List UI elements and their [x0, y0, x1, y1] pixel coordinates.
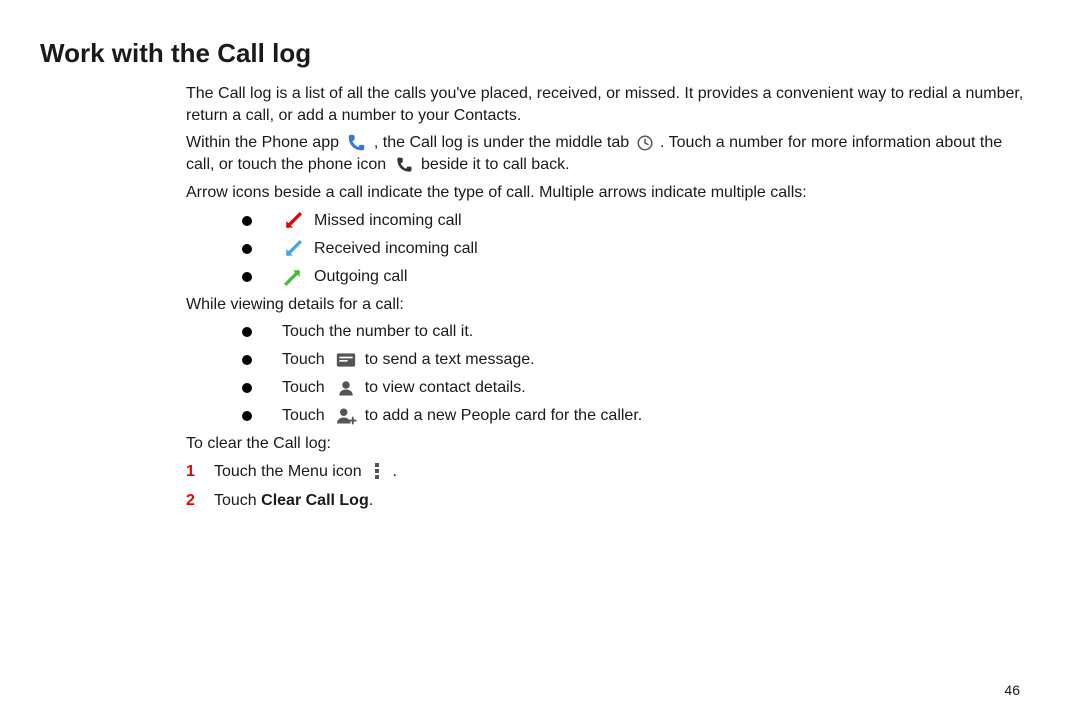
clear-lead: To clear the Call log:	[186, 433, 1024, 455]
phone-handset-icon	[393, 154, 415, 176]
bullet-icon	[242, 244, 252, 254]
p2-text-a: Within the Phone app	[186, 134, 343, 151]
phone-app-icon	[345, 132, 367, 154]
detail-text-b: to view contact details.	[365, 377, 526, 399]
p2-text-b: , the Call log is under the middle tab	[369, 134, 633, 151]
step-row: 2 Touch Clear Call Log.	[186, 490, 1024, 512]
details-lead: While viewing details for a call:	[186, 294, 1024, 316]
detail-text-b: to send a text message.	[365, 349, 535, 371]
detail-row: Touch to send a text message.	[242, 349, 1024, 371]
call-type-label: Received incoming call	[314, 238, 478, 260]
detail-row: Touch the number to call it.	[242, 321, 1024, 343]
intro-paragraph-3: Arrow icons beside a call indicate the t…	[186, 182, 1024, 204]
step-row: 1 Touch the Menu icon .	[186, 461, 1024, 483]
step-text: Touch Clear Call Log.	[214, 490, 373, 512]
call-type-row: Outgoing call	[242, 266, 1024, 288]
bullet-icon	[242, 216, 252, 226]
step-number: 1	[186, 461, 214, 483]
arrow-outgoing-icon	[282, 266, 304, 288]
call-type-row: Missed incoming call	[242, 210, 1024, 232]
contact-icon	[335, 377, 357, 399]
detail-text-b: to add a new People card for the caller.	[365, 405, 643, 427]
contact-add-icon	[335, 405, 357, 427]
step1-text-a: Touch the Menu icon	[214, 463, 366, 480]
body-block: The Call log is a list of all the calls …	[186, 83, 1024, 512]
call-type-label: Outgoing call	[314, 266, 407, 288]
call-type-row: Received incoming call	[242, 238, 1024, 260]
bullet-icon	[242, 383, 252, 393]
intro-paragraph-1: The Call log is a list of all the calls …	[186, 83, 1024, 126]
detail-text-a: Touch	[282, 349, 325, 371]
step1-text-b: .	[388, 463, 397, 480]
detail-text: Touch the number to call it.	[282, 321, 473, 343]
detail-text: Touch to view contact details.	[282, 377, 526, 399]
bullet-icon	[242, 272, 252, 282]
step2-text-a: Touch	[214, 492, 261, 509]
step2-text-b: .	[369, 492, 373, 509]
bullet-icon	[242, 327, 252, 337]
clear-call-log-label: Clear Call Log	[261, 492, 369, 509]
detail-text: Touch to add a new People card for the c…	[282, 405, 642, 427]
detail-row: Touch to view contact details.	[242, 377, 1024, 399]
arrow-received-icon	[282, 238, 304, 260]
menu-overflow-icon	[368, 462, 386, 480]
arrow-missed-icon	[282, 210, 304, 232]
page-title: Work with the Call log	[40, 38, 1024, 69]
detail-row: Touch to add a new People card for the c…	[242, 405, 1024, 427]
clock-tab-icon	[636, 134, 654, 152]
call-type-label: Missed incoming call	[314, 210, 462, 232]
detail-text-a: Touch	[282, 405, 325, 427]
page: Work with the Call log The Call log is a…	[0, 0, 1080, 720]
message-icon	[335, 349, 357, 371]
step-number: 2	[186, 490, 214, 512]
intro-paragraph-2: Within the Phone app , the Call log is u…	[186, 132, 1024, 176]
page-number: 46	[1004, 682, 1020, 698]
bullet-icon	[242, 355, 252, 365]
step-text: Touch the Menu icon .	[214, 461, 397, 483]
p2-text-d: beside it to call back.	[417, 156, 570, 173]
detail-text: Touch to send a text message.	[282, 349, 535, 371]
detail-text-a: Touch	[282, 377, 325, 399]
bullet-icon	[242, 411, 252, 421]
